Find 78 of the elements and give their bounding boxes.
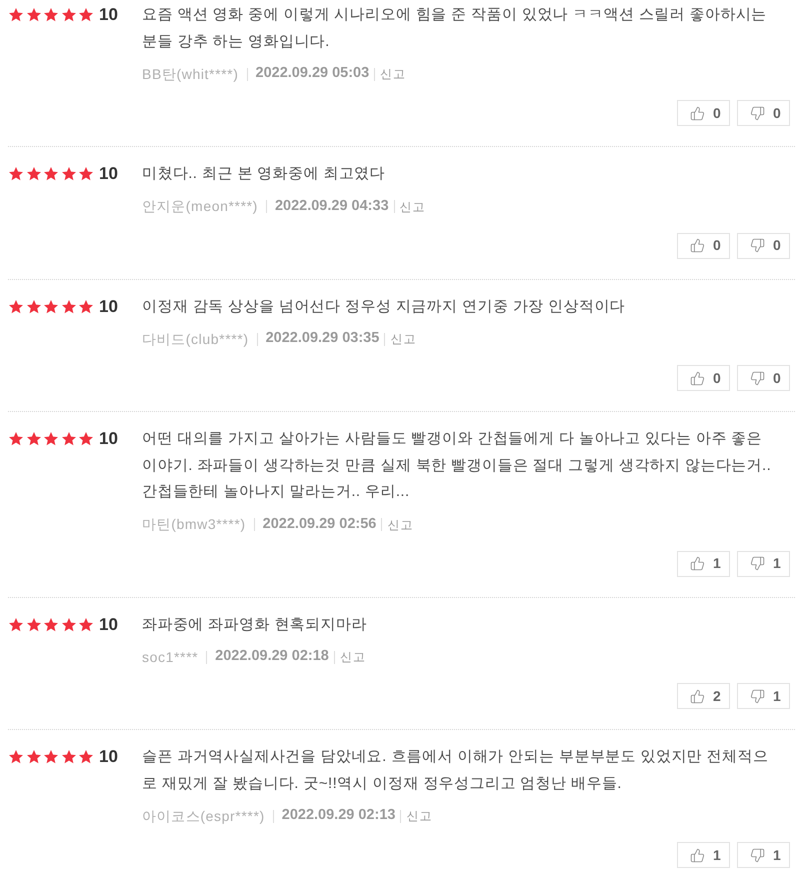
star-icon bbox=[8, 298, 24, 314]
star-icon bbox=[43, 749, 59, 765]
user-name: soc1**** bbox=[142, 648, 198, 666]
star-icon bbox=[8, 7, 24, 23]
review-text: 어떤 대의를 가지고 살아가는 사람들도 빨갱이와 간첩들에게 다 놀아나고 있다는 아주 좋은 이야기. 좌파들이 생각하는것 만큼 실제 북한 빨갱이들은 절대 그렇게 생각하지 않는다는거.. 간첩들한테 놀아나지 말라는거.. 우리... bbox=[142, 429, 772, 502]
review-date: 2022.09.29 02:13 bbox=[282, 806, 396, 826]
like-button[interactable]: 2 bbox=[677, 683, 730, 709]
thumbs-down-icon bbox=[750, 848, 765, 862]
star-icon bbox=[43, 298, 59, 314]
review-date: 2022.09.29 02:18 bbox=[215, 647, 329, 666]
score: 10 bbox=[99, 163, 118, 185]
star-icon bbox=[78, 298, 94, 314]
star-icon bbox=[26, 616, 42, 632]
star-icon bbox=[8, 616, 24, 632]
thumbs-up-icon bbox=[690, 238, 705, 253]
star-icon bbox=[43, 166, 59, 182]
like-button[interactable]: 1 bbox=[677, 842, 730, 868]
thumbs-up-icon bbox=[690, 688, 705, 704]
review-text: 이정재 감독 상상을 넘어선다 정우성 지금까지 연기중 가장 인상적이다 bbox=[142, 296, 626, 316]
star-icon bbox=[43, 616, 59, 632]
star-icon bbox=[26, 7, 42, 23]
thumbs-down-icon bbox=[750, 370, 765, 386]
thumbs-down-icon bbox=[750, 106, 765, 120]
user-name: 마틴(bmw3****) bbox=[142, 515, 246, 534]
star-icon bbox=[43, 7, 59, 23]
star-icon bbox=[26, 166, 42, 182]
thumbs-down-icon bbox=[750, 688, 765, 704]
dislike-button[interactable]: 0 bbox=[737, 365, 790, 391]
score: 10 bbox=[99, 746, 118, 768]
star-icon bbox=[60, 166, 76, 182]
score: 10 bbox=[99, 428, 118, 450]
score: 10 bbox=[99, 4, 118, 26]
dislike-button[interactable]: 0 bbox=[737, 100, 790, 126]
thumbs-down-icon bbox=[750, 556, 765, 571]
user-name: BB탄(whit****) bbox=[142, 64, 238, 84]
score: 10 bbox=[99, 614, 118, 636]
review-text: 미쳤다.. 최근 본 영화중에 최고였다 bbox=[142, 164, 386, 184]
like-button[interactable]: 0 bbox=[677, 365, 730, 391]
review-text: 슬픈 과거역사실제사건을 담았네요. 흐름에서 이해가 안되는 부분부분도 있었지만 전체적으로 재밌게 잘 봤습니다. 굿~!!역시 이정재 정우성그리고 엄청난 배우들. bbox=[142, 747, 770, 794]
review-text: 좌파중에 좌파영화 현혹되지마라 bbox=[142, 614, 368, 634]
star-icon bbox=[78, 749, 94, 765]
dislike-button[interactable]: 1 bbox=[737, 550, 790, 576]
thumbs-up-icon bbox=[690, 848, 705, 862]
like-button[interactable]: 0 bbox=[677, 100, 730, 126]
dislike-button[interactable]: 1 bbox=[737, 842, 790, 868]
star-icon bbox=[8, 749, 24, 765]
review-date: 2022.09.29 02:56 bbox=[262, 514, 376, 534]
star-icon bbox=[60, 749, 76, 765]
like-button[interactable]: 1 bbox=[677, 550, 730, 576]
thumbs-up-icon bbox=[690, 556, 705, 571]
star-icon bbox=[78, 166, 94, 182]
star-icon bbox=[78, 431, 94, 447]
review-date: 2022.09.29 04:33 bbox=[274, 196, 389, 216]
star-icon bbox=[78, 616, 94, 632]
star-icon bbox=[8, 166, 24, 182]
star-icon bbox=[26, 298, 42, 314]
score: 10 bbox=[99, 296, 118, 318]
star-icon bbox=[8, 431, 24, 447]
star-icon bbox=[60, 7, 76, 23]
dislike-button[interactable]: 1 bbox=[737, 683, 790, 709]
star-icon bbox=[26, 431, 42, 447]
user-name: 아이코스(espr****) bbox=[142, 806, 265, 826]
review-date: 2022.09.29 05:03 bbox=[256, 64, 370, 84]
star-icon bbox=[60, 616, 76, 632]
user-name: 다비드(club****) bbox=[142, 330, 249, 349]
review-date: 2022.09.29 03:35 bbox=[266, 329, 380, 348]
thumbs-up-icon bbox=[690, 106, 705, 120]
review-text: 요즘 액션 영화 중에 이렇게 시나리오에 힘을 준 작품이 있었나 ㅋㅋ액션 스릴러 좋아하시는 분들 강추 하는 영화입니다. bbox=[142, 5, 768, 52]
dislike-button[interactable]: 0 bbox=[737, 232, 790, 258]
like-button[interactable]: 0 bbox=[677, 232, 730, 258]
thumbs-up-icon bbox=[690, 370, 705, 386]
user-name: 안지운(meon****) bbox=[142, 197, 258, 216]
star-icon bbox=[43, 431, 59, 447]
star-icon bbox=[78, 7, 94, 23]
star-icon bbox=[60, 298, 76, 314]
star-icon bbox=[26, 749, 42, 765]
thumbs-down-icon bbox=[750, 238, 765, 253]
star-icon bbox=[60, 431, 76, 447]
